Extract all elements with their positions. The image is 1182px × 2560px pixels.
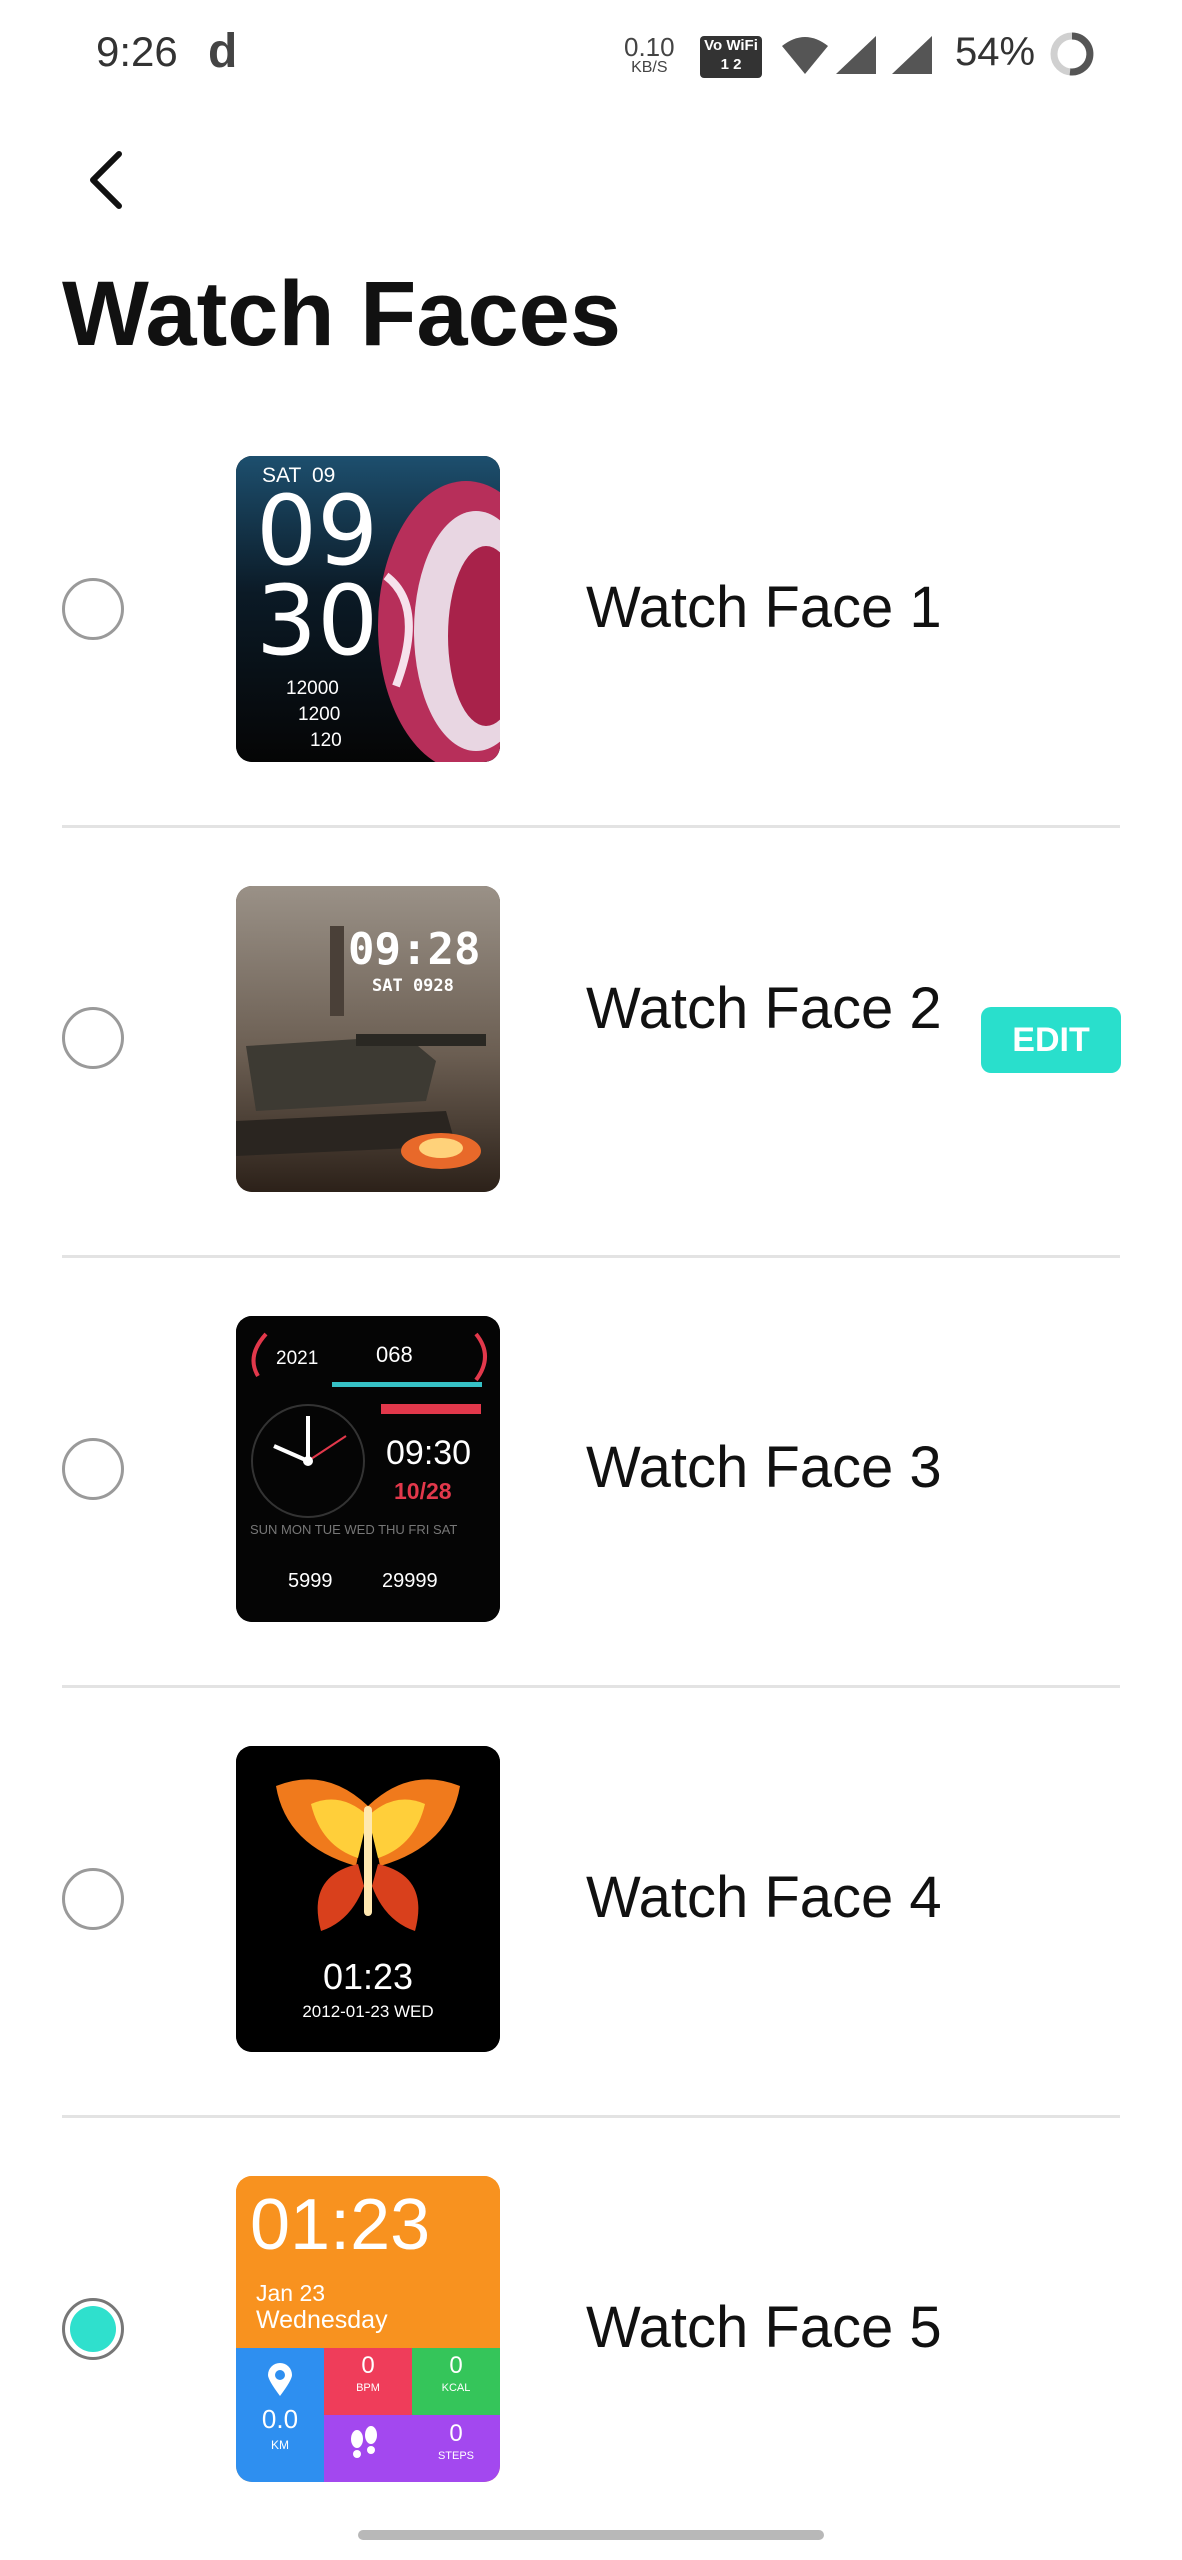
- watch-face-1-preview[interactable]: SAT 09 09 30 12000 1200 120: [236, 456, 500, 762]
- watch-face-row-4[interactable]: 01:23 2012-01-23 WED Watch Face 4: [0, 1690, 1182, 2120]
- preview-minute: 30: [256, 565, 379, 677]
- preview-bpm: 0: [361, 2352, 375, 2379]
- preview-day-date: SAT 0928: [372, 976, 454, 996]
- preview-calories: 5999: [288, 1570, 333, 1592]
- preview-date: Jan 23: [256, 2280, 326, 2306]
- preview-year: 2021: [276, 1348, 319, 1369]
- radio-watch-face-4[interactable]: [62, 1868, 124, 1930]
- radio-watch-face-2[interactable]: [62, 1007, 124, 1069]
- preview-time: 01:23: [322, 1956, 414, 1997]
- back-button[interactable]: [70, 140, 140, 220]
- preview-steps: 12000: [286, 678, 339, 699]
- status-time: 9:26: [96, 28, 178, 75]
- preview-distance-unit: KM: [271, 2438, 289, 2452]
- wifi-icon: [782, 37, 828, 74]
- watch-face-row-1[interactable]: SAT 09 09 30 12000 1200 120 Watch Face 1: [0, 400, 1182, 830]
- home-indicator[interactable]: [358, 2530, 824, 2540]
- divider: [62, 1255, 1120, 1258]
- preview-steps: 0: [449, 2420, 463, 2447]
- watch-face-row-5[interactable]: 01:23 Jan 23 Wednesday 0.0 KM 0 BPM 0 KC…: [0, 2120, 1182, 2550]
- chevron-left-icon: [90, 151, 122, 209]
- divider: [62, 2115, 1120, 2118]
- battery-percent: 54%: [955, 30, 1036, 74]
- preview-time: 09:30: [386, 1434, 472, 1472]
- preview-steps: 29999: [382, 1570, 438, 1592]
- preview-date: 2012-01-23 WED: [302, 2002, 434, 2021]
- watch-face-4-label: Watch Face 4: [586, 1865, 942, 1930]
- watch-face-5-label: Watch Face 5: [586, 2295, 942, 2360]
- preview-heart: 068: [376, 1342, 413, 1367]
- preview-weekday: Wednesday: [256, 2306, 388, 2334]
- status-bar: 9:26 d 0.10 KB/S Vo WiFi 1 2 54%: [0, 0, 1182, 110]
- preview-calories: 1200: [298, 704, 341, 725]
- radio-watch-face-1[interactable]: [62, 578, 124, 640]
- watch-face-2-preview[interactable]: 09:28 SAT 0928: [236, 886, 500, 1192]
- radio-watch-face-5[interactable]: [62, 2298, 124, 2360]
- watch-face-3-label: Watch Face 3: [586, 1435, 942, 1500]
- network-speed-value: 0.10: [624, 32, 675, 62]
- preview-kcal: 0: [449, 2352, 463, 2379]
- watch-face-3-preview[interactable]: 2021 068 09:30 10/28 SUN MON TUE WED THU…: [236, 1316, 500, 1622]
- preview-hour: 09: [256, 475, 379, 587]
- preview-days: SUN MON TUE WED THU FRI SAT: [250, 1522, 458, 1537]
- watch-face-2-label: Watch Face 2: [586, 976, 942, 1041]
- watch-face-1-label: Watch Face 1: [586, 575, 942, 640]
- divider: [62, 1685, 1120, 1688]
- app-indicator-icon: d: [208, 25, 238, 78]
- watch-face-row-2[interactable]: 09:28 SAT 0928 Watch Face 2 EDIT: [0, 830, 1182, 1260]
- preview-date: 10/28: [394, 1478, 452, 1504]
- footprints-icon: [351, 2426, 377, 2458]
- watch-face-4-preview[interactable]: 01:23 2012-01-23 WED: [236, 1746, 500, 2052]
- battery-ring-icon: [1050, 32, 1094, 76]
- preview-steps-unit: STEPS: [437, 2450, 475, 2462]
- preview-heart: 120: [310, 730, 342, 751]
- signal-icon: [836, 36, 876, 74]
- divider: [62, 825, 1120, 828]
- watch-face-5-preview[interactable]: 01:23 Jan 23 Wednesday 0.0 KM 0 BPM 0 KC…: [236, 2176, 500, 2482]
- preview-time: 01:23: [250, 2185, 431, 2265]
- preview-distance: 0.0: [261, 2404, 299, 2434]
- watch-face-row-3[interactable]: 2021 068 09:30 10/28 SUN MON TUE WED THU…: [0, 1260, 1182, 1690]
- location-pin-icon: [268, 2363, 292, 2396]
- signal-icon: [892, 36, 932, 74]
- radio-watch-face-3[interactable]: [62, 1438, 124, 1500]
- vowifi-icon: Vo WiFi 1 2: [700, 36, 762, 78]
- network-speed: 0.10 KB/S: [624, 34, 675, 76]
- page-title: Watch Faces: [62, 263, 622, 365]
- preview-time: 09:28: [348, 924, 481, 975]
- edit-button[interactable]: EDIT: [981, 1007, 1121, 1073]
- preview-kcal-unit: KCAL: [441, 2382, 471, 2394]
- network-speed-unit: KB/S: [631, 59, 668, 76]
- preview-bpm-unit: BPM: [356, 2382, 380, 2394]
